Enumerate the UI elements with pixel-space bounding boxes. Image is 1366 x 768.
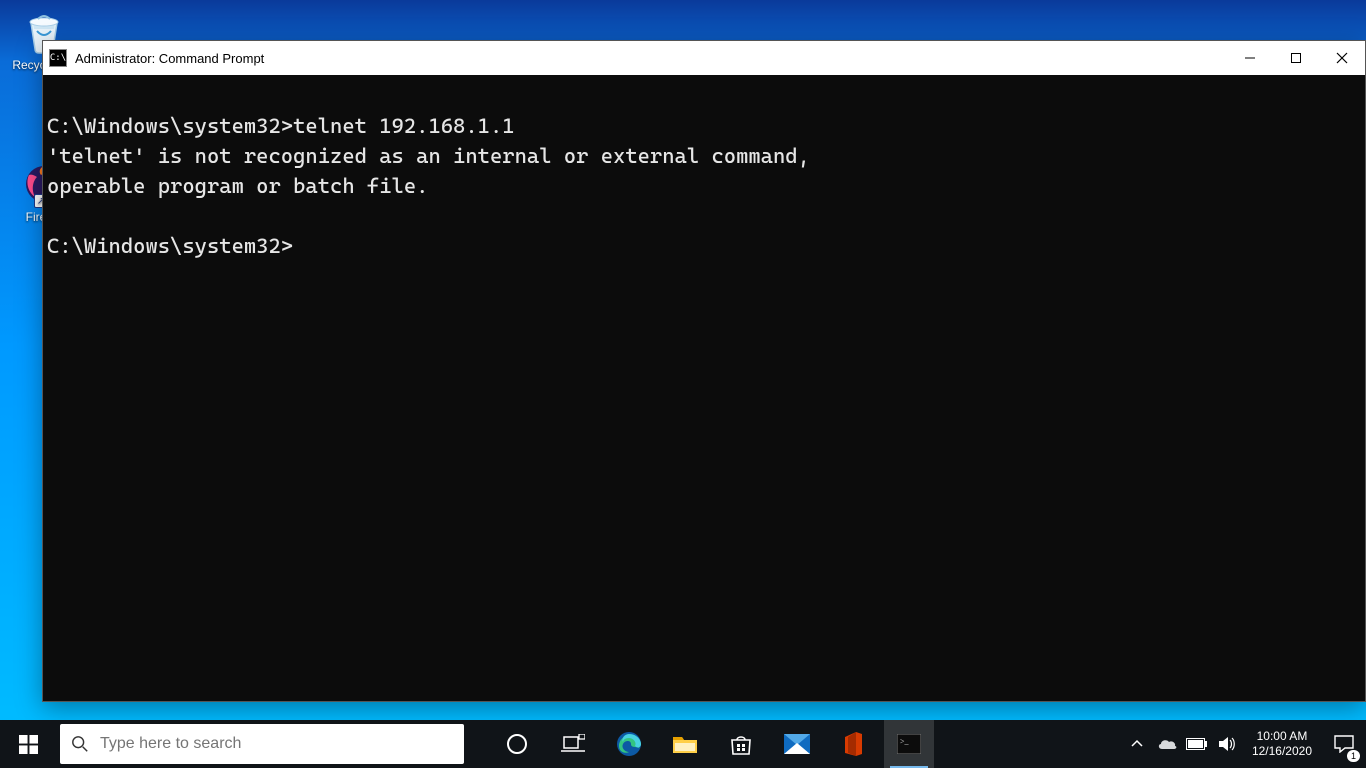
- clock-date: 12/16/2020: [1252, 744, 1312, 759]
- edge-icon: [615, 730, 643, 758]
- taskbar-app-mail[interactable]: [772, 720, 822, 768]
- titlebar[interactable]: C:\ Administrator: Command Prompt: [43, 41, 1365, 75]
- battery-icon: [1186, 738, 1208, 750]
- taskbar-app-edge[interactable]: [604, 720, 654, 768]
- folder-icon: [672, 733, 698, 755]
- cortana-button[interactable]: [492, 720, 542, 768]
- taskbar-app-office[interactable]: [828, 720, 878, 768]
- terminal-line: C:\Windows\system32>: [47, 234, 293, 258]
- taskbar: >_ 10:00 AM 12/16/2020 1: [0, 720, 1366, 768]
- minimize-button[interactable]: [1227, 41, 1273, 75]
- desktop[interactable]: Recycle Bin ↗ Firefox C:\ Administrator:…: [0, 0, 1366, 768]
- office-icon: [842, 731, 864, 757]
- cmd-app-icon: C:\: [49, 49, 67, 67]
- terminal-line: 'telnet' is not recognized as an interna…: [47, 144, 810, 168]
- taskbar-app-file-explorer[interactable]: [660, 720, 710, 768]
- start-button[interactable]: [0, 720, 56, 768]
- tray-onedrive[interactable]: [1152, 720, 1182, 768]
- system-tray: 10:00 AM 12/16/2020 1: [1122, 720, 1366, 768]
- action-center-button[interactable]: 1: [1322, 720, 1366, 768]
- terminal-line: C:\Windows\system32>telnet 192.168.1.1: [47, 114, 515, 138]
- chevron-up-icon: [1131, 738, 1143, 750]
- svg-text:>_: >_: [900, 737, 910, 746]
- clock-time: 10:00 AM: [1252, 729, 1312, 744]
- store-icon: [729, 732, 753, 756]
- notification-badge: 1: [1347, 750, 1360, 762]
- task-view-icon: [561, 734, 585, 754]
- minimize-icon: [1244, 52, 1256, 64]
- maximize-icon: [1290, 52, 1302, 64]
- command-prompt-window[interactable]: C:\ Administrator: Command Prompt C:\Win…: [42, 40, 1366, 702]
- cmd-icon: >_: [897, 734, 921, 754]
- close-icon: [1336, 52, 1348, 64]
- search-icon: [60, 735, 100, 753]
- search-input[interactable]: [100, 735, 430, 753]
- close-button[interactable]: [1319, 41, 1365, 75]
- window-title: Administrator: Command Prompt: [75, 51, 264, 66]
- taskbar-search[interactable]: [60, 724, 464, 764]
- cortana-icon: [506, 733, 528, 755]
- taskbar-pinned-apps: >_: [492, 720, 934, 768]
- speaker-icon: [1218, 736, 1236, 752]
- maximize-button[interactable]: [1273, 41, 1319, 75]
- terminal-output[interactable]: C:\Windows\system32>telnet 192.168.1.1 '…: [43, 75, 1365, 701]
- windows-logo-icon: [19, 735, 38, 754]
- tray-overflow-button[interactable]: [1122, 720, 1152, 768]
- task-view-button[interactable]: [548, 720, 598, 768]
- cloud-icon: [1157, 737, 1177, 751]
- taskbar-app-command-prompt[interactable]: >_: [884, 720, 934, 768]
- taskbar-app-store[interactable]: [716, 720, 766, 768]
- tray-clock[interactable]: 10:00 AM 12/16/2020: [1242, 720, 1322, 768]
- terminal-line: operable program or batch file.: [47, 174, 428, 198]
- mail-icon: [783, 733, 811, 755]
- tray-volume[interactable]: [1212, 720, 1242, 768]
- tray-battery[interactable]: [1182, 720, 1212, 768]
